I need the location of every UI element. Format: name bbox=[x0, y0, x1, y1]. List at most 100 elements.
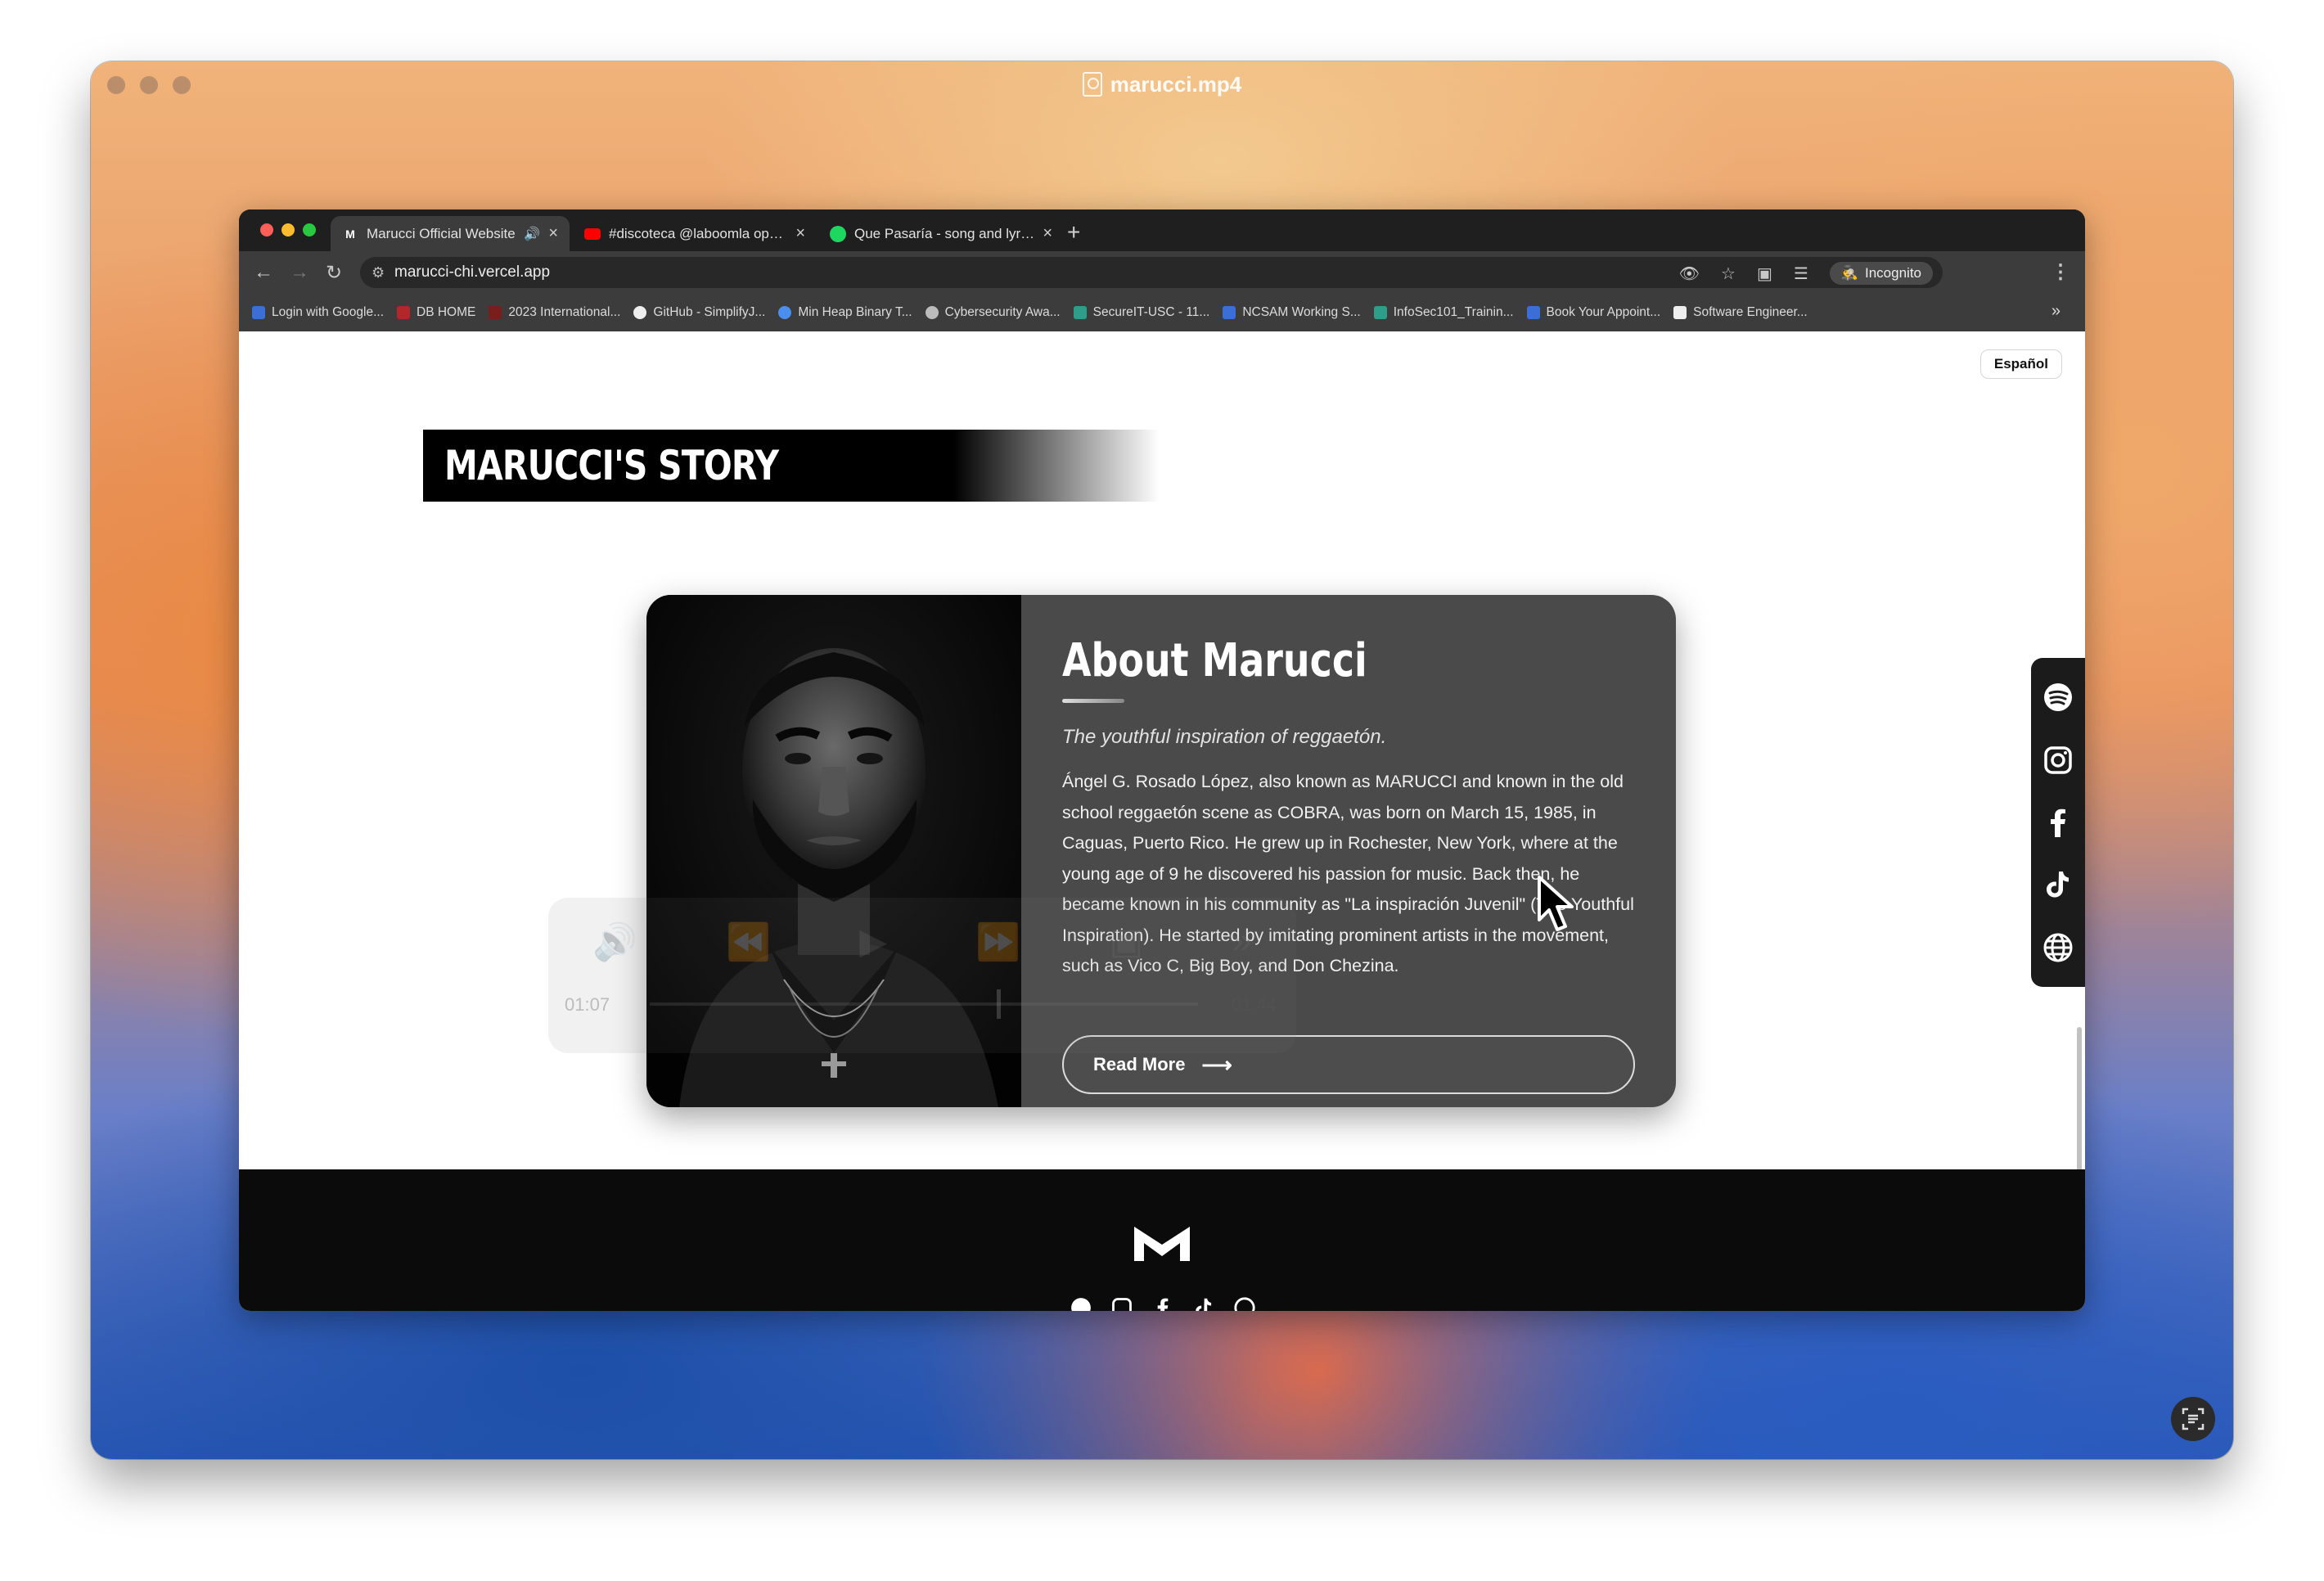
tab-marucci[interactable]: M Marucci Official Website 🔊 × bbox=[331, 216, 570, 251]
picture-in-picture-icon[interactable]: ▣ bbox=[1110, 921, 1144, 963]
window-title: marucci.mp4 bbox=[1082, 72, 1241, 97]
incognito-badge[interactable]: 🕵 Incognito bbox=[1829, 262, 1933, 285]
bookmark-item[interactable]: Software Engineer... bbox=[1673, 305, 1808, 320]
bookmark-star-icon[interactable]: ☆ bbox=[1721, 264, 1736, 284]
bookmark-label: Book Your Appoint... bbox=[1546, 305, 1661, 319]
bookmark-item[interactable]: Book Your Appoint... bbox=[1526, 305, 1661, 320]
tab-title: Que Pasaría - song and lyrics bbox=[854, 225, 1035, 241]
share-icon[interactable]: » bbox=[1232, 921, 1251, 963]
quicktime-titlebar: marucci.mp4 bbox=[91, 61, 2233, 107]
live-text-icon bbox=[2182, 1408, 2205, 1430]
spotify-favicon bbox=[830, 225, 846, 242]
zoom-window-button[interactable] bbox=[173, 76, 191, 94]
fast-forward-icon[interactable]: ⏩ bbox=[975, 921, 1020, 963]
bookmark-item[interactable]: SecureIT-USC - 11... bbox=[1073, 305, 1210, 320]
site-settings-icon[interactable]: ⚙ bbox=[372, 264, 385, 282]
bookmark-item[interactable]: DB HOME bbox=[397, 305, 475, 320]
tab-close-icon[interactable]: × bbox=[548, 224, 558, 243]
bookmarks-bar: Login with Google... DB HOME 2023 Intern… bbox=[239, 294, 2085, 331]
language-toggle-button[interactable]: Español bbox=[1979, 349, 2062, 379]
video-controls-overlay: 🔊 ⏪ ▶ ⏩ ▣ » 01:07 01:44 bbox=[548, 898, 1296, 1053]
bookmark-item[interactable]: Login with Google... bbox=[252, 305, 384, 320]
close-window-button[interactable] bbox=[107, 76, 125, 94]
forward-icon[interactable]: → bbox=[290, 261, 309, 284]
about-title: About Marucci bbox=[1062, 634, 1367, 687]
bookmark-label: Software Engineer... bbox=[1693, 305, 1808, 319]
browser-zoom-button[interactable] bbox=[303, 223, 316, 236]
browser-close-button[interactable] bbox=[260, 223, 273, 236]
tab-spotify[interactable]: Que Pasaría - song and lyrics × bbox=[818, 216, 1064, 251]
bookmark-label: NCSAM Working S... bbox=[1242, 305, 1361, 319]
video-control-buttons: 🔊 ⏪ ▶ ⏩ ▣ » bbox=[548, 921, 1296, 963]
bookmark-favicon bbox=[489, 306, 502, 319]
marucci-logo bbox=[1133, 1227, 1191, 1272]
bookmark-favicon bbox=[1673, 306, 1687, 319]
bookmark-label: Login with Google... bbox=[272, 305, 385, 319]
bookmark-label: InfoSec101_Trainin... bbox=[1393, 305, 1514, 319]
bookmarks-overflow-icon[interactable]: » bbox=[2052, 302, 2061, 321]
bookmark-favicon bbox=[252, 306, 265, 319]
story-title: MARUCCI'S STORY bbox=[444, 442, 779, 489]
page-scrollbar[interactable] bbox=[2077, 1027, 2082, 1174]
facebook-icon[interactable] bbox=[2042, 806, 2074, 839]
media-control-icon[interactable]: ☰ bbox=[1794, 264, 1808, 284]
video-playhead[interactable] bbox=[997, 989, 1001, 1019]
spotify-icon[interactable] bbox=[2042, 681, 2074, 714]
audio-playing-icon[interactable]: 🔊 bbox=[524, 226, 540, 242]
tab-title: Marucci Official Website bbox=[367, 225, 516, 241]
video-scrubber[interactable] bbox=[650, 1002, 1198, 1006]
new-tab-button[interactable]: + bbox=[1067, 219, 1080, 245]
web-page: Español MARUCCI'S STORY About Marucci Th… bbox=[239, 331, 2085, 1311]
bookmark-item[interactable]: Min Heap Binary T... bbox=[778, 305, 912, 320]
rewind-icon[interactable]: ⏪ bbox=[726, 921, 771, 963]
cast-icon[interactable]: ▣ bbox=[1757, 264, 1772, 284]
instagram-icon[interactable] bbox=[2042, 744, 2074, 777]
tab-discoteca[interactable]: #discoteca @laboomla openi × bbox=[573, 216, 817, 251]
browser-toolbar: ← → ↻ ⚙ marucci-chi.vercel.app 👁 ☆ ▣ ☰ 🕵… bbox=[239, 251, 2085, 294]
bookmark-item[interactable]: GitHub - SimplifyJ... bbox=[633, 305, 765, 320]
bookmark-favicon bbox=[778, 306, 792, 319]
address-bar[interactable]: ⚙ marucci-chi.vercel.app 👁 ☆ ▣ ☰ 🕵 Incog… bbox=[360, 257, 1943, 288]
github-icon bbox=[633, 306, 647, 319]
live-text-button[interactable] bbox=[2171, 1397, 2215, 1441]
play-icon[interactable]: ▶ bbox=[859, 921, 887, 963]
browser-minimize-button[interactable] bbox=[281, 223, 295, 236]
browser-menu-icon[interactable]: ⋮ bbox=[2051, 260, 2070, 284]
back-icon[interactable]: ← bbox=[254, 261, 273, 284]
url-text[interactable]: marucci-chi.vercel.app bbox=[394, 264, 550, 282]
read-more-label: Read More bbox=[1093, 1054, 1186, 1074]
incognito-icon: 🕵 bbox=[1840, 265, 1858, 281]
bookmark-label: GitHub - SimplifyJ... bbox=[653, 305, 766, 319]
tagline: The youthful inspiration of reggaetón. bbox=[1062, 726, 1387, 748]
bookmark-label: DB HOME bbox=[417, 305, 476, 319]
youtube-favicon bbox=[584, 227, 601, 240]
globe-icon[interactable] bbox=[2042, 931, 2074, 964]
bookmark-item[interactable]: InfoSec101_Trainin... bbox=[1373, 305, 1514, 320]
tiktok-icon[interactable] bbox=[1192, 1296, 1215, 1311]
title-underline bbox=[1062, 699, 1124, 703]
eye-off-icon[interactable]: 👁 bbox=[1679, 264, 1700, 284]
mouse-cursor-icon bbox=[1538, 876, 1574, 931]
bookmark-item[interactable]: Cybersecurity Awa... bbox=[925, 305, 1061, 320]
bookmark-label: SecureIT-USC - 11... bbox=[1092, 305, 1210, 319]
minimize-window-button[interactable] bbox=[140, 76, 158, 94]
bookmark-favicon bbox=[397, 306, 411, 319]
remaining-time: 01:44 bbox=[1231, 994, 1277, 1015]
globe-icon[interactable] bbox=[1233, 1296, 1256, 1311]
reload-icon[interactable]: ↻ bbox=[326, 261, 342, 285]
bookmark-favicon bbox=[1526, 306, 1540, 319]
tab-close-icon[interactable]: × bbox=[1043, 224, 1052, 243]
instagram-icon[interactable] bbox=[1110, 1296, 1133, 1311]
bookmark-favicon bbox=[1073, 306, 1087, 319]
marucci-favicon: M bbox=[345, 227, 355, 241]
bookmark-item[interactable]: 2023 International... bbox=[489, 305, 620, 320]
tab-close-icon[interactable]: × bbox=[795, 224, 805, 243]
elapsed-time: 01:07 bbox=[565, 994, 610, 1015]
tiktok-icon[interactable] bbox=[2042, 868, 2074, 901]
spotify-icon[interactable] bbox=[1070, 1296, 1092, 1311]
volume-icon[interactable]: 🔊 bbox=[592, 921, 637, 963]
address-bar-actions: 👁 ☆ ▣ ☰ 🕵 Incognito bbox=[1679, 262, 1933, 285]
facebook-icon[interactable] bbox=[1151, 1296, 1174, 1311]
story-banner: MARUCCI'S STORY bbox=[423, 430, 1160, 502]
bookmark-item[interactable]: NCSAM Working S... bbox=[1223, 305, 1361, 320]
